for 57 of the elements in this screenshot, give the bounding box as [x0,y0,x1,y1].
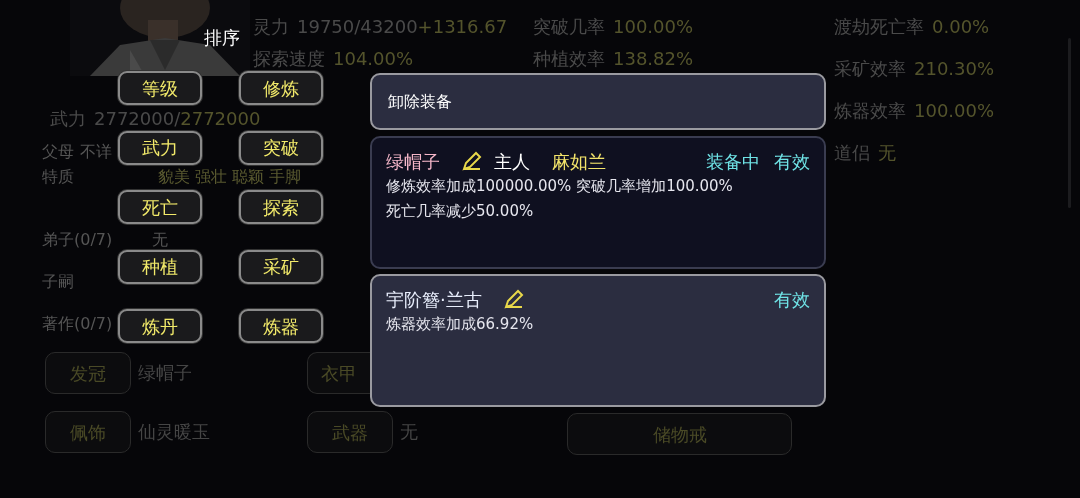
sort-option-button[interactable]: 探索 [239,190,323,224]
attribute-label: 父母 [42,142,74,162]
stat-value: 无 [878,142,896,164]
stat-value: 138.82% [613,48,694,70]
stat-value: 100.00% [914,100,995,122]
stat-label: 突破几率 [533,16,605,38]
stat-value: 100.00% [613,16,694,38]
sort-option-button[interactable]: 突破 [239,130,323,165]
sort-option-button[interactable]: 死亡 [118,190,202,224]
validity-status: 有效 [774,149,810,174]
effect-text: 死亡几率减少50.00% [386,201,535,222]
sort-option-button[interactable]: 等级 [118,71,202,105]
sort-option-button[interactable]: 炼器 [239,309,323,343]
attribute-label: 著作(0/7) [42,314,113,334]
equipment-card[interactable]: 绿帽子 主人 麻如兰 装备中 有效 修炼效率加成100000.00% 突破几率增加100.00% 死亡几率减少50.00% [370,136,826,269]
attribute-value: 无 [152,230,168,250]
stat-value: 104.00% [333,48,414,70]
effect-text: 炼器效率加成66.92% [386,314,535,335]
attribute-label: 特质 [42,167,74,187]
unequip-button[interactable]: 卸除装备 [370,73,826,130]
stat-label: 道侣 [834,142,870,164]
equipped-status: 装备中 [706,149,760,174]
attribute-label: 弟子(0/7) [42,230,113,250]
validity-status: 有效 [774,287,810,312]
stat-value: 2772000/ [94,108,181,130]
pencil-icon[interactable] [462,151,482,171]
sort-option-button[interactable]: 修炼 [239,71,323,105]
effect-text: 修炼效率加成100000.00% 突破几率增加100.00% [386,176,734,197]
equipped-item: 仙灵暖玉 [138,421,210,443]
item-name: 宇阶簪·兰古 [386,287,482,312]
stat-bonus: +1316.67 [417,16,508,38]
stat-value: 210.30% [914,58,995,80]
sort-option-button[interactable]: 采矿 [239,249,323,284]
attribute-value: 不详 [80,142,112,162]
stat-label: 渡劫死亡率 [834,16,924,38]
sort-title: 排序 [204,27,240,49]
attribute-value: 貌美 强壮 聪颖 手脚 [158,167,302,187]
stat-label: 探索速度 [253,48,325,70]
equipped-item: 绿帽子 [138,362,192,384]
sort-option-button[interactable]: 武力 [118,130,202,165]
stat-label: 种植效率 [533,48,605,70]
stat-value: 19750/43200 [297,16,418,38]
equipped-item: 无 [400,421,418,443]
sort-option-button[interactable]: 种植 [118,249,202,284]
stat-label: 武力 [50,108,86,130]
stat-label: 灵力 [253,16,289,38]
stat-label: 炼器效率 [834,100,906,122]
pencil-icon[interactable] [503,289,524,309]
attribute-label: 子嗣 [42,272,74,292]
owner-name: 麻如兰 [552,149,606,174]
stat-label: 采矿效率 [834,58,906,80]
owner-label: 主人 [494,149,530,174]
stat-bonus: 2772000 [180,108,261,130]
item-name: 绿帽子 [386,149,440,174]
sort-option-button[interactable]: 炼丹 [118,309,202,343]
equipment-card[interactable]: 宇阶簪·兰古 有效 炼器效率加成66.92% [370,274,826,407]
stat-value: 0.00% [932,16,990,38]
